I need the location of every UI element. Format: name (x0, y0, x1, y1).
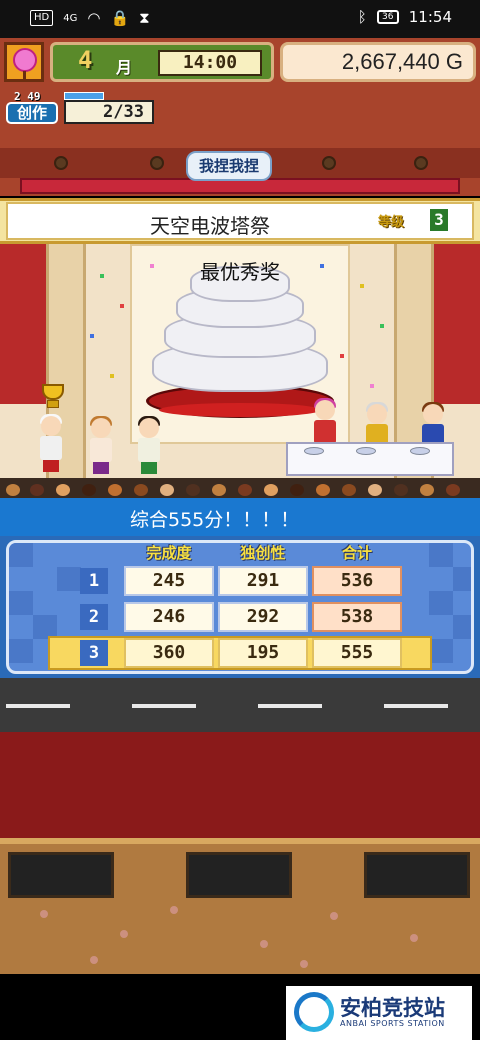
creation-badge: 创作 (6, 102, 58, 124)
column-header-completion: 完成度 (146, 544, 192, 562)
total-score: 555 (312, 638, 402, 668)
trophy-icon (38, 384, 68, 414)
hourglass-icon: ⧗ (139, 9, 150, 27)
pinch-button[interactable]: 我捏我捏 (186, 151, 272, 181)
column-header-total: 合计 (341, 544, 372, 562)
menu-slot-2[interactable] (186, 852, 292, 898)
lock-icon: 🔒 (110, 9, 130, 27)
lamp-icon (414, 156, 428, 170)
rank-label: 等级 (378, 215, 405, 230)
logo-subtitle: ANBAI SPORTS STATION (340, 1019, 445, 1028)
creation-count: 2/33 (64, 100, 154, 124)
logo-title: 安柏竞技站 (340, 996, 445, 1020)
plate (410, 447, 430, 455)
completion-score: 246 (124, 602, 214, 632)
lollipop-icon[interactable] (4, 42, 44, 82)
row-rank: 3 (80, 640, 108, 666)
battery-icon: 36 (376, 10, 399, 24)
plate (356, 447, 376, 455)
event-name: 天空电波塔祭 (150, 214, 270, 238)
originality-score: 195 (218, 638, 308, 668)
originality-score: 292 (218, 602, 308, 632)
total-score-text: 综合555分！！！！ (130, 509, 300, 531)
plate (304, 447, 324, 455)
game-time: 14:00 (158, 50, 262, 76)
hd-indicator: HD (30, 10, 54, 26)
wifi-icon: ◠ (87, 9, 101, 27)
staff-character (136, 416, 162, 474)
month-number: 4 (78, 46, 93, 74)
curtain-left (0, 244, 48, 404)
creation-indicator: 2 49 创作 2/33 (6, 90, 156, 128)
network-indicator: 4G (63, 12, 78, 24)
award-title: 最优秀奖 (200, 260, 280, 284)
logo-icon (294, 992, 334, 1032)
chef-character (38, 414, 64, 472)
bluetooth-icon: ᛒ (357, 8, 367, 26)
row-rank: 1 (80, 568, 108, 594)
curtain-right (432, 244, 480, 404)
month-unit: 月 (116, 58, 133, 77)
total-score: 536 (312, 566, 402, 596)
rank-value: 3 (430, 209, 448, 231)
red-carpet-area (0, 732, 480, 838)
money-display: 2,667,440 G (280, 42, 476, 82)
completion-score: 360 (124, 638, 214, 668)
clock: 11:54 (408, 8, 452, 26)
total-score: 538 (312, 602, 402, 632)
column-header-originality: 独创性 (240, 544, 286, 562)
menu-slot-1[interactable] (8, 852, 114, 898)
status-bar: HD 4G ◠ 🔒 ⧗ ᛒ 36 11:54 (0, 0, 480, 38)
creation-progress-bar (64, 92, 104, 100)
lamp-icon (150, 156, 164, 170)
lamp-icon (54, 156, 68, 170)
staff-character (88, 416, 114, 474)
completion-score: 245 (124, 566, 214, 596)
menu-slot-3[interactable] (364, 852, 470, 898)
lamp-icon (322, 156, 336, 170)
row-rank: 2 (80, 604, 108, 630)
originality-score: 291 (218, 566, 308, 596)
